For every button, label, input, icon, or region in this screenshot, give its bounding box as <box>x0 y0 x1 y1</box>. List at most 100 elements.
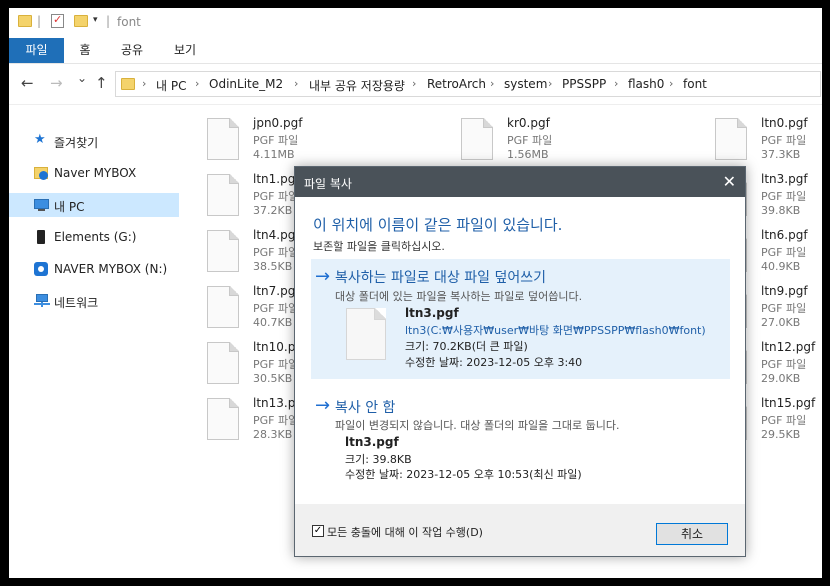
file-type: PGF 파일 <box>253 302 299 315</box>
breadcrumb-retroarch[interactable]: RetroArch <box>427 77 486 91</box>
tab-file[interactable]: 파일 <box>9 38 64 63</box>
breadcrumb-system[interactable]: system <box>504 77 547 91</box>
breadcrumb-separator[interactable]: › <box>548 77 552 90</box>
file-icon <box>346 308 386 360</box>
close-icon[interactable]: ✕ <box>723 172 736 191</box>
apply-to-all-label[interactable]: 모든 충돌에 대해 이 작업 수행(D) <box>327 524 483 540</box>
replace-file-option[interactable]: → 복사하는 파일로 대상 파일 덮어쓰기 대상 폴더에 있는 파일을 복사하는… <box>311 259 730 379</box>
cancel-button[interactable]: 취소 <box>656 523 728 545</box>
file-name: ltn15.pgf <box>761 396 816 410</box>
file-path: ltn3(C:₩사용자₩user₩바탕 화면₩PPSSPP₩flash0₩fon… <box>405 324 706 337</box>
dialog-title: 파일 복사 <box>304 177 352 191</box>
file-size: 28.3KB <box>253 428 293 441</box>
arrow-right-icon: → <box>315 395 331 416</box>
file-icon <box>207 230 239 272</box>
file-name: jpn0.pgf <box>253 116 303 130</box>
file-size: 1.56MB <box>507 148 549 161</box>
file-item[interactable]: jpn0.pgf PGF 파일 4.11MB <box>181 115 331 165</box>
file-size: 29.0KB <box>761 372 801 385</box>
navigation-bar: ← → ⌄ ↑ › 내 PC › OdinLite_M2 › 내부 공유 저장용… <box>9 64 822 105</box>
network-icon <box>34 294 50 308</box>
apply-to-all-checkbox[interactable]: ✓ <box>312 525 324 537</box>
file-icon <box>715 118 747 160</box>
file-type: PGF 파일 <box>761 190 807 203</box>
breadcrumb-separator[interactable]: › <box>412 77 416 90</box>
breadcrumb-flash0[interactable]: flash0 <box>628 77 664 91</box>
file-type: PGF 파일 <box>761 246 807 259</box>
file-name: ltn4.pgf <box>253 228 300 242</box>
file-size: 39.8KB <box>761 204 801 217</box>
sidebar-item-naver-mybox[interactable]: Naver MYBOX <box>9 161 179 185</box>
file-size: 37.3KB <box>761 148 801 161</box>
tab-view[interactable]: 보기 <box>166 38 204 63</box>
breadcrumb-separator[interactable]: › <box>614 77 618 90</box>
breadcrumb-separator[interactable]: › <box>490 77 494 90</box>
mybox-folder-icon <box>34 166 48 180</box>
file-name: ltn12.pgf <box>761 340 816 354</box>
file-name: ltn0.pgf <box>761 116 808 130</box>
file-name: kr0.pgf <box>507 116 550 130</box>
breadcrumb-font[interactable]: font <box>683 77 707 91</box>
sidebar-item-elements-drive[interactable]: Elements (G:) <box>9 225 179 249</box>
tab-home[interactable]: 홈 <box>69 38 101 63</box>
sidebar-item-label: Naver MYBOX <box>54 166 137 180</box>
option-title: 복사 안 함 <box>335 400 396 416</box>
breadcrumb-separator: › <box>142 77 147 90</box>
dialog-footer: ✓ 모든 충돌에 대해 이 작업 수행(D) 취소 <box>295 504 745 556</box>
file-size: 크기: 39.8KB <box>345 453 412 466</box>
sidebar-item-this-pc[interactable]: 내 PC <box>9 193 179 217</box>
dialog-subheading: 보존할 파일을 클릭하십시오. <box>313 240 445 253</box>
breadcrumb-internal-storage[interactable]: 내부 공유 저장용량 <box>309 77 405 94</box>
file-type: PGF 파일 <box>253 134 299 147</box>
star-icon: ★ <box>34 132 46 147</box>
new-folder-icon[interactable] <box>74 15 88 27</box>
mybox-drive-icon <box>34 262 48 276</box>
file-item[interactable]: kr0.pgf PGF 파일 1.56MB <box>435 115 585 165</box>
file-size: 40.7KB <box>253 316 293 329</box>
file-name: ltn3.pgf <box>761 172 808 186</box>
breadcrumb-separator[interactable]: › <box>195 77 199 90</box>
option-title: 복사하는 파일로 대상 파일 덮어쓰기 <box>335 270 546 286</box>
file-size: 27.0KB <box>761 316 801 329</box>
file-type: PGF 파일 <box>761 134 807 147</box>
title-bar: | ✓ ▾ | font <box>9 8 822 38</box>
customize-toolbar-icon[interactable]: ▾ <box>93 15 98 25</box>
file-icon <box>207 398 239 440</box>
sidebar-item-favorites[interactable]: ★ 즐겨찾기 <box>9 129 179 153</box>
file-size: 38.5KB <box>253 260 293 273</box>
option-description: 파일이 변경되지 않습니다. 대상 폴더의 파일을 그대로 둡니다. <box>335 419 620 432</box>
back-button[interactable]: ← <box>21 74 34 92</box>
properties-icon[interactable]: ✓ <box>51 13 64 28</box>
file-size: 37.2KB <box>253 204 293 217</box>
option-description: 대상 폴더에 있는 파일을 복사하는 파일로 덮어씁니다. <box>335 290 583 303</box>
breadcrumb-separator[interactable]: › <box>294 77 298 90</box>
skip-file-option[interactable]: → 복사 안 함 파일이 변경되지 않습니다. 대상 폴더의 파일을 그대로 둡… <box>311 393 730 488</box>
breadcrumb-pc[interactable]: 내 PC <box>156 77 186 94</box>
file-name: ltn9.pgf <box>761 284 808 298</box>
pc-icon <box>34 198 49 212</box>
file-type: PGF 파일 <box>761 414 807 427</box>
arrow-right-icon: → <box>315 266 331 287</box>
up-button[interactable]: ↑ <box>95 74 108 92</box>
file-name: ltn3.pgf <box>405 306 459 320</box>
dialog-title-bar: 파일 복사 ✕ <box>295 167 745 197</box>
file-item[interactable]: ltn0.pgf PGF 파일 37.3KB <box>689 115 822 165</box>
tab-share[interactable]: 공유 <box>113 38 151 63</box>
sidebar-item-network[interactable]: 네트워크 <box>9 289 179 313</box>
sidebar-item-label: 즐겨찾기 <box>54 136 99 150</box>
address-bar[interactable]: › 내 PC › OdinLite_M2 › 내부 공유 저장용량 › Retr… <box>115 71 821 97</box>
file-size: 29.5KB <box>761 428 801 441</box>
breadcrumb-separator[interactable]: › <box>669 77 673 90</box>
file-name: ltn6.pgf <box>761 228 808 242</box>
breadcrumb-odinlite[interactable]: OdinLite_M2 <box>209 77 283 91</box>
recent-locations-button[interactable]: ⌄ <box>77 71 87 85</box>
file-name: ltn7.pgf <box>253 284 300 298</box>
file-name: ltn1.pgf <box>253 172 300 186</box>
forward-button[interactable]: → <box>50 74 63 92</box>
dialog-heading: 이 위치에 이름이 같은 파일이 있습니다. <box>313 216 563 234</box>
sidebar-item-label: NAVER MYBOX (N:) <box>54 262 168 276</box>
sidebar-item-label: 내 PC <box>54 200 85 214</box>
file-size: 30.5KB <box>253 372 293 385</box>
breadcrumb-ppsspp[interactable]: PPSSPP <box>562 77 606 91</box>
sidebar-item-naver-mybox-drive[interactable]: NAVER MYBOX (N:) <box>9 257 179 281</box>
